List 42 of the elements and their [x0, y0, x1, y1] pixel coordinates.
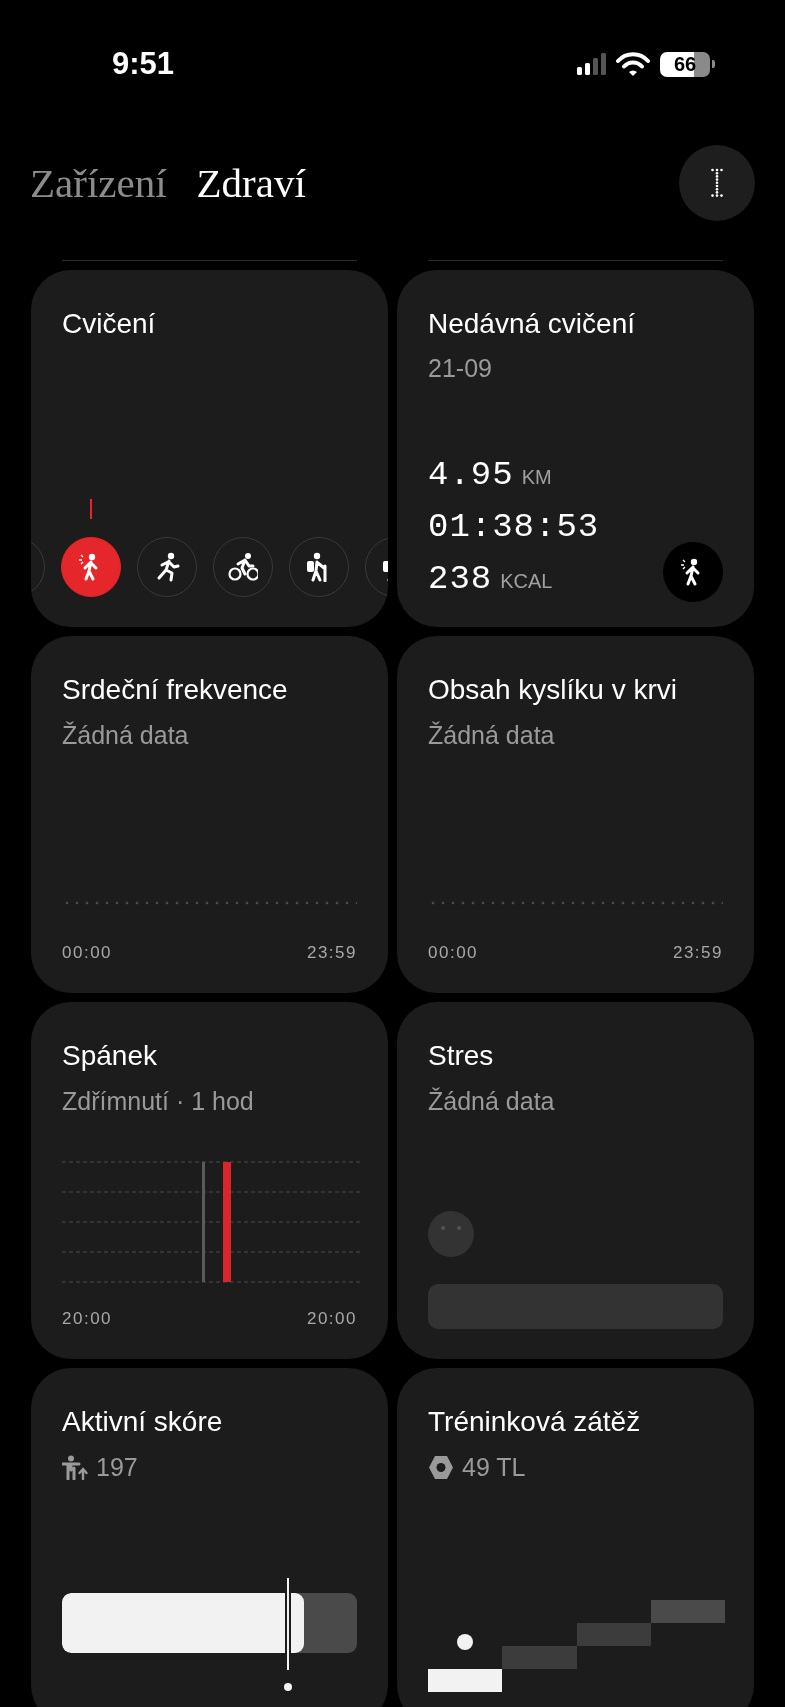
status-text: Zdřímnutí · 1 hod	[62, 1086, 255, 1116]
status-text: Žádná data	[62, 720, 190, 750]
distance-value: 4.95	[428, 457, 514, 493]
status-text: Žádná data	[428, 1086, 556, 1116]
axis-label: 23:59	[672, 943, 723, 963]
calories-value: 238	[428, 561, 493, 597]
current-load-dot	[457, 1634, 473, 1650]
tab[interactable]: Zdraví	[196, 159, 306, 207]
workout-date: 21-09	[428, 354, 493, 383]
signal-icon	[577, 53, 606, 75]
card-title: Cvičení	[62, 308, 157, 340]
distance-unit: KM	[521, 466, 552, 489]
calories-unit: KCAL	[500, 570, 553, 593]
activity-button[interactable]	[61, 537, 121, 597]
selection-tick	[90, 499, 92, 519]
card-title: Obsah kyslíku v krvi	[428, 674, 678, 706]
workout-button[interactable]	[663, 542, 723, 602]
person-arrow-icon	[62, 1454, 88, 1480]
status-text: Žádná data	[428, 720, 556, 750]
card-title: Srdeční frekvence	[62, 674, 289, 706]
marker-dot	[284, 1683, 292, 1691]
load-value: 49 TL	[462, 1452, 526, 1482]
axis-label: 00:00	[428, 943, 479, 963]
card-title: Stres	[428, 1040, 495, 1072]
hex-nut-icon	[428, 1454, 454, 1480]
duration-value: 01:38:53	[428, 509, 600, 545]
axis-label: 20:00	[306, 1309, 357, 1329]
wifi-icon	[616, 51, 650, 77]
axis-label: 20:00	[62, 1309, 113, 1329]
cyclist-icon	[228, 552, 258, 582]
clock-time: 9:51	[112, 46, 175, 82]
tab[interactable]: Zařízení	[30, 159, 167, 207]
battery-level: 66	[660, 51, 710, 77]
card-title: Spánek	[62, 1040, 158, 1072]
score-value: 197	[96, 1452, 138, 1482]
axis-label: 23:59	[306, 943, 357, 963]
card-title: Nedávná cvičení	[428, 308, 636, 340]
i-beam-icon	[710, 168, 724, 198]
card-title: Aktivní skóre	[62, 1406, 224, 1438]
card-title: Tréninková zátěž	[428, 1406, 642, 1438]
face-icon	[428, 1211, 474, 1257]
axis-label: 00:00	[62, 943, 113, 963]
